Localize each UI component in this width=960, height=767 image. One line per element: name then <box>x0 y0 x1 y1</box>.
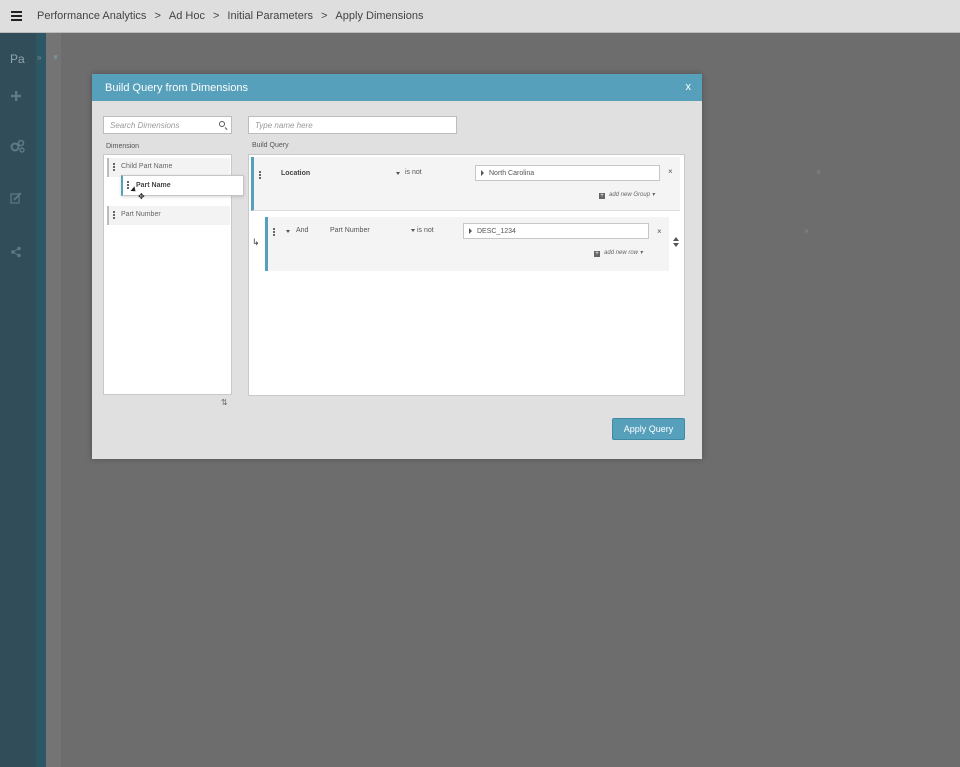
search-dimensions-input[interactable]: Search Dimensions <box>103 116 232 134</box>
drag-handle-icon[interactable] <box>259 171 261 179</box>
move-cursor-icon: ✥ <box>138 192 145 201</box>
build-query-modal: Build Query from Dimensions x Search Dim… <box>92 74 702 459</box>
group-remove-button[interactable]: × <box>668 167 673 176</box>
group-value-field[interactable]: North Carolina <box>475 165 660 181</box>
add-new-row-button[interactable]: + add new row ▾ <box>594 249 643 257</box>
top-bar: Performance Analytics > Ad Hoc > Initial Par… <box>0 0 960 33</box>
row-operator[interactable]: is not <box>417 227 434 234</box>
query-group: Location is not North Carolina × + add ne… <box>251 157 680 211</box>
dimension-item-label: Part Number <box>121 211 161 218</box>
breadcrumb-apply-dimensions: Apply Dimensions <box>335 10 424 22</box>
row-field[interactable]: Part Number <box>330 227 370 234</box>
row-remove-button[interactable]: × <box>657 227 662 236</box>
dimension-item-label: Child Part Name <box>121 163 173 170</box>
breadcrumb-performance-analytics[interactable]: Performance Analytics <box>37 10 146 22</box>
query-row: And Part Number is not DESC_1234 × + add … <box>265 217 669 271</box>
group-field[interactable]: Location <box>281 170 310 177</box>
chevron-down-icon[interactable] <box>411 229 415 232</box>
plus-square-icon: + <box>594 251 600 257</box>
edit-icon <box>10 192 22 204</box>
group-operator[interactable]: is not <box>405 169 422 176</box>
side-nav-panel <box>36 33 46 767</box>
sort-az-icon[interactable]: ⇅ <box>221 398 228 407</box>
modal-header: Build Query from Dimensions x <box>92 74 702 101</box>
add-new-group-button[interactable]: + add new Group ▾ <box>599 191 655 199</box>
build-query-label: Build Query <box>252 142 289 149</box>
hamburger-menu-icon[interactable] <box>11 11 22 21</box>
modal-close-button[interactable]: x <box>686 81 692 93</box>
return-arrow-icon: ↳ <box>252 237 260 247</box>
row-value-field[interactable]: DESC_1234 <box>463 223 649 239</box>
dimension-item-part-number[interactable]: Part Number <box>107 206 230 225</box>
share-icon <box>11 246 21 258</box>
nav-collapse-icon: » ▼ <box>37 53 64 62</box>
modal-title: Build Query from Dimensions <box>105 82 249 94</box>
build-query-panel: Location is not North Carolina × + add ne… <box>248 154 685 396</box>
nav-title: Pa <box>10 52 25 66</box>
query-name-input[interactable]: Type name here <box>248 116 457 134</box>
breadcrumb: Performance Analytics > Ad Hoc > Initial Par… <box>37 10 424 22</box>
search-icon[interactable] <box>219 121 225 127</box>
breadcrumb-ad-hoc[interactable]: Ad Hoc <box>169 10 205 22</box>
apply-query-button[interactable]: Apply Query <box>612 418 685 440</box>
plus-square-icon: + <box>599 193 605 199</box>
drag-handle-icon[interactable] <box>113 211 115 219</box>
dimension-label: Dimension <box>106 143 140 150</box>
close-icon: × <box>804 226 810 236</box>
reorder-icon[interactable] <box>673 237 679 247</box>
drag-handle-icon[interactable] <box>127 181 129 189</box>
close-icon: × <box>816 167 822 177</box>
nav-divider <box>46 33 61 767</box>
row-conjunction[interactable]: And <box>296 227 308 234</box>
chevron-down-icon[interactable] <box>396 172 400 175</box>
drag-handle-icon[interactable] <box>113 163 115 171</box>
drag-handle-icon[interactable] <box>273 228 275 236</box>
breadcrumb-initial-parameters[interactable]: Initial Parameters <box>227 10 313 22</box>
chevron-down-icon[interactable] <box>286 230 290 233</box>
plus-icon <box>11 91 21 101</box>
gears-icon <box>10 139 25 153</box>
dragging-item-label: Part Name <box>136 182 171 189</box>
